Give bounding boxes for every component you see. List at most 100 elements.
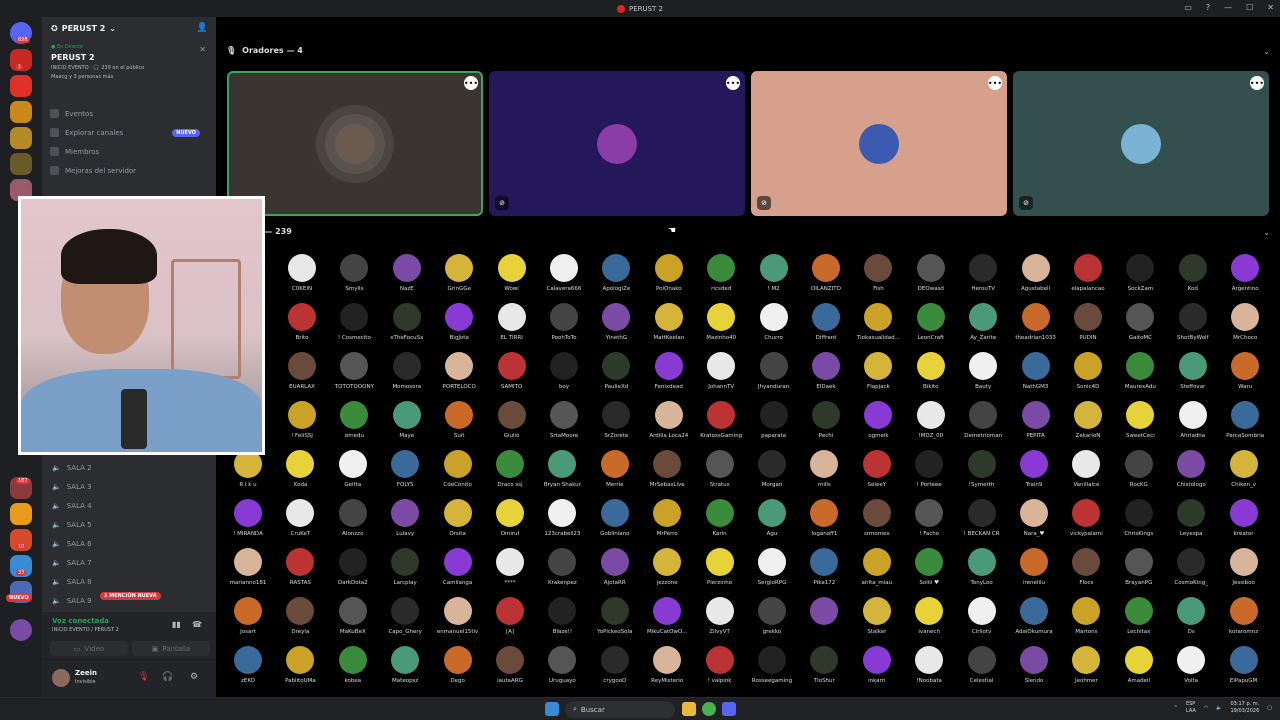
audience-member[interactable]: crygooD — [589, 646, 641, 695]
audience-member[interactable]: PaulieXd — [590, 352, 642, 401]
audience-member[interactable]: Nara_♥ — [1008, 499, 1060, 548]
server-icon[interactable] — [10, 75, 32, 97]
audience-member[interactable]: Pika172 — [798, 548, 850, 597]
audience-member[interactable]: Vanillalce — [1060, 450, 1112, 499]
language-indicator[interactable]: ESP LAA — [1186, 701, 1196, 715]
audience-member[interactable]: EL TIRRI — [486, 303, 538, 352]
audience-member[interactable]: Argentino — [1219, 254, 1271, 303]
audience-member[interactable]: C0KEIN — [276, 254, 328, 303]
audience-member[interactable]: elapalancao — [1062, 254, 1114, 303]
more-options-icon[interactable]: ••• — [1250, 76, 1264, 90]
audience-member[interactable]: ElDaek — [800, 352, 852, 401]
audience-member[interactable]: Stratus — [694, 450, 746, 499]
audience-member[interactable]: CruKeT — [274, 499, 326, 548]
live-event-card[interactable]: ● En Directo PERUST 2 INICIO EVENTO · 🎧 … — [42, 40, 216, 95]
nav-server-boosts[interactable]: Mejoras del servidor — [50, 162, 210, 179]
audience-member[interactable]: Momosora — [381, 352, 433, 401]
audience-member[interactable]: Lulavy — [379, 499, 431, 548]
video-button[interactable]: ▭ Vídeo — [50, 641, 128, 656]
audience-member[interactable]: Ay_Zarite — [957, 303, 1009, 352]
audience-member[interactable]: ElPapuGM — [1218, 646, 1270, 695]
close-icon[interactable]: ✕ — [199, 45, 206, 54]
audience-member[interactable]: AjotaRR — [589, 548, 641, 597]
audience-member[interactable]: Fenixdead — [643, 352, 695, 401]
audience-member[interactable]: Ahriadna — [1167, 401, 1219, 450]
audience-member[interactable]: Josart — [222, 597, 274, 646]
speakers-header[interactable]: 🎙 Oradores — 4 — [226, 46, 303, 55]
audience-member[interactable]: Amadell — [1113, 646, 1165, 695]
audience-member[interactable]: Orsita — [432, 499, 484, 548]
audience-member[interactable]: grekko — [746, 597, 798, 646]
audience-member[interactable]: NathGM3 — [1010, 352, 1062, 401]
audience-member[interactable]: MrPerro — [641, 499, 693, 548]
audience-member[interactable]: ApologiZe — [590, 254, 642, 303]
notifications-icon[interactable]: ▢ — [1267, 705, 1272, 711]
audience-member[interactable]: enmanuel15tiv — [432, 597, 484, 646]
audience-member[interactable]: PoohToTo — [538, 303, 590, 352]
audience-member[interactable]: YinethG — [590, 303, 642, 352]
audience-member[interactable]: Larcplay — [379, 548, 431, 597]
audience-member[interactable]: srmomex — [851, 499, 903, 548]
voice-channel[interactable]: 🔈 SALA 6 — [50, 535, 210, 552]
audience-member[interactable]: EUARLAX — [276, 352, 328, 401]
audience-member[interactable]: DarkDota2 — [327, 548, 379, 597]
audience-member[interactable]: SrtaMoore — [538, 401, 590, 450]
audience-member[interactable]: SrZorete — [590, 401, 642, 450]
audience-member[interactable]: ZekarioN — [1062, 401, 1114, 450]
audience-member[interactable]: Capo_Ghery — [379, 597, 431, 646]
audience-member[interactable]: Suit — [433, 401, 485, 450]
volume-icon[interactable]: 🔈 — [1216, 705, 1222, 711]
audience-member[interactable]: R i k u — [222, 450, 274, 499]
audience-member[interactable]: CdeConito — [432, 450, 484, 499]
audience-member[interactable]: !Symerth — [956, 450, 1008, 499]
audience-member[interactable]: Gobliniano — [589, 499, 641, 548]
audience-member[interactable]: TOTOTOOONY — [328, 352, 380, 401]
audience-member[interactable]: Fish — [852, 254, 904, 303]
audience-member[interactable]: airita_miau — [851, 548, 903, 597]
audience-member[interactable]: KratossGaming — [695, 401, 747, 450]
audience-member[interactable]: ! MIRANDA — [222, 499, 274, 548]
maximize-button[interactable]: ☐ — [1246, 3, 1253, 12]
audience-member[interactable]: ReyMisterio — [641, 646, 693, 695]
audience-member[interactable]: SweetCeci — [1114, 401, 1166, 450]
server-icon[interactable] — [10, 101, 32, 123]
audience-member[interactable]: omedu — [328, 401, 380, 450]
audience-member[interactable]: Lechitax — [1113, 597, 1165, 646]
voice-channel[interactable]: 🔈 SALA 7 — [50, 554, 210, 571]
audience-member[interactable]: !Noobata — [903, 646, 955, 695]
nav-members[interactable]: Miembros — [50, 143, 210, 160]
voice-channel[interactable]: 🔈 SALA 4 — [50, 497, 210, 514]
audience-member[interactable]: ! valpink — [694, 646, 746, 695]
audience-member[interactable]: ParcaSombria — [1219, 401, 1271, 450]
minimize-button[interactable]: — — [1224, 3, 1232, 12]
more-options-icon[interactable]: ••• — [988, 76, 1002, 90]
audience-member[interactable]: Bryan Shakur — [536, 450, 588, 499]
server-icon[interactable] — [10, 153, 32, 175]
audience-member[interactable]: SAMITO — [486, 352, 538, 401]
audience-member[interactable]: !MDZ_00 — [905, 401, 957, 450]
audience-member[interactable]: Pechi — [800, 401, 852, 450]
audience-member[interactable]: Pierzinho — [694, 548, 746, 597]
audience-member[interactable]: ricsded — [695, 254, 747, 303]
audience-member[interactable]: FOLYS — [379, 450, 431, 499]
audience-member[interactable]: Tiokasualidad... — [852, 303, 904, 352]
audience-member[interactable]: jezzone — [641, 548, 693, 597]
more-options-icon[interactable]: ••• — [726, 76, 740, 90]
audience-member[interactable] — [798, 597, 850, 646]
audience-member[interactable]: Blaze!! — [536, 597, 588, 646]
audience-member[interactable]: Krakenpez — [536, 548, 588, 597]
audience-member[interactable]: Soliii ♥ — [903, 548, 955, 597]
nav-browse-channels[interactable]: Explorar canales NUEVO — [50, 124, 210, 141]
audience-member[interactable]: Train9 — [1008, 450, 1060, 499]
audience-member[interactable]: Wowi — [486, 254, 538, 303]
audience-member[interactable]: Cirilotv — [956, 597, 1008, 646]
audience-member[interactable]: Dreyla — [274, 597, 326, 646]
audience-member[interactable]: irenelilu — [1008, 548, 1060, 597]
audience-member[interactable]: Dego — [432, 646, 484, 695]
audience-member[interactable]: MrSebasLive — [641, 450, 693, 499]
audience-member[interactable]: ShotByWolf — [1167, 303, 1219, 352]
audience-member[interactable]: MrChoco — [1219, 303, 1271, 352]
audience-member[interactable]: Churro — [748, 303, 800, 352]
audience-member[interactable]: MaKuBeX — [327, 597, 379, 646]
audience-member[interactable]: Agu — [746, 499, 798, 548]
